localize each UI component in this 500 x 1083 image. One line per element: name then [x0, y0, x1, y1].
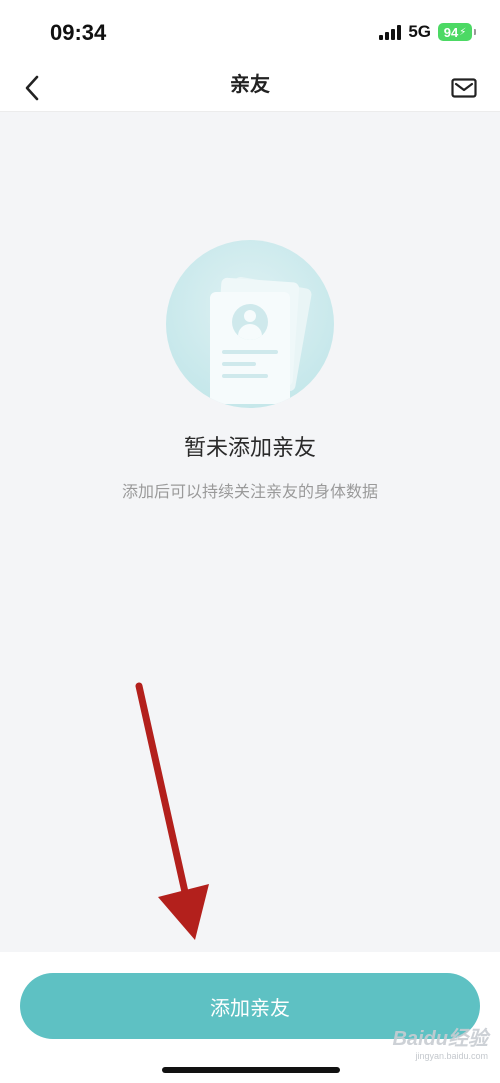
empty-state: 暂未添加亲友 添加后可以持续关注亲友的身体数据: [0, 240, 500, 502]
mail-button[interactable]: [446, 70, 482, 106]
battery-icon: 94 ⚡: [438, 23, 476, 41]
avatar-icon: [232, 304, 268, 340]
watermark: Baidu经验 jingyan.baidu.com: [392, 1022, 488, 1074]
network-label: 5G: [408, 22, 431, 41]
page-title: 亲友: [230, 72, 270, 96]
home-indicator: [162, 1067, 340, 1073]
status-indicators: 5G 94 ⚡: [379, 22, 476, 42]
watermark-brand: Baidu经验: [392, 1028, 488, 1050]
screen: 09:34 5G 94 ⚡ 亲友 暂未添加亲友 添加后可以持续关注亲友的身体数据…: [0, 0, 500, 1083]
navigation-bar: 亲友: [0, 64, 500, 112]
mail-icon: [451, 78, 477, 98]
signal-icon: [379, 24, 402, 40]
status-bar: 09:34 5G 94 ⚡: [0, 0, 500, 64]
charging-bolt-icon: ⚡: [459, 26, 467, 38]
battery-level: 94: [443, 24, 459, 40]
status-time: 09:34: [50, 20, 107, 45]
contact-card-icon: [166, 240, 334, 408]
watermark-sub: jingyan.baidu.com: [415, 1051, 488, 1061]
empty-state-subtitle: 添加后可以持续关注亲友的身体数据: [121, 482, 378, 501]
red-arrow-annotation: [135, 682, 209, 940]
empty-state-title: 暂未添加亲友: [183, 436, 316, 461]
